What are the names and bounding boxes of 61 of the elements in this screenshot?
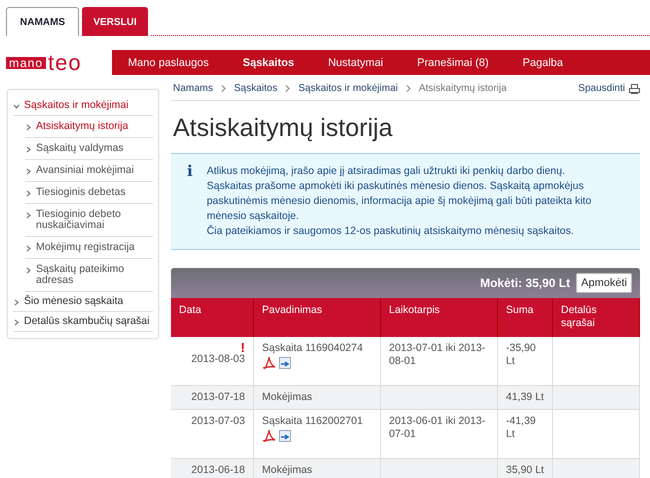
breadcrumb-link[interactable]: Sąskaitos ir mokėjimai (298, 83, 398, 94)
pay-button[interactable]: Apmokėti (576, 273, 632, 293)
logo[interactable]: mano teo (0, 52, 106, 72)
date-cell: 2013-07-18 (171, 386, 254, 410)
name-cell-text: Mokėjimas (262, 391, 314, 404)
sidebar-subitem[interactable]: Atsiskaitymų istorija (25, 116, 153, 138)
info-text: Čia pateikiamos ir saugomos 12-os paskutinių atsiskaitymo mėnesių sąskaitos. (206, 224, 575, 239)
breadcrumb-link[interactable]: Sąskaitos (234, 83, 278, 94)
amount-cell: 35,90 Lt (498, 458, 552, 478)
chevron-icon (25, 190, 32, 197)
sidebar-subitem[interactable]: Sąskaitų pateikimo adresas (25, 259, 153, 292)
nav-link[interactable]: Pranešimai (8) (417, 56, 489, 68)
chevron-icon (25, 212, 32, 219)
chevron-icon (13, 103, 20, 110)
alert-mark: ! (240, 342, 245, 353)
name-cell-text: Sąskaita 1169040274 (262, 342, 364, 355)
chevron-icon (25, 245, 32, 252)
sidebar-subitem[interactable]: Tiesioginis debetas (25, 182, 153, 204)
column-header: Data (171, 298, 254, 337)
sidebar-item[interactable]: Detalūs skambučių sąrašai (13, 312, 153, 332)
column-header: Detalūs sąrašai (552, 298, 640, 337)
breadcrumb-link[interactable]: Atsiskaitymų istorija (418, 83, 507, 94)
top-tab[interactable]: VERSLUI (82, 7, 148, 36)
sidebar-item[interactable]: Sąskaitos ir mokėjimai (13, 96, 153, 116)
column-header: Pavadinimas (254, 298, 380, 337)
file-icon[interactable] (278, 356, 292, 370)
sidebar-subitem[interactable]: Tiesioginio debeto nuskaičiavimai (25, 204, 153, 237)
chevron-icon (13, 319, 20, 326)
chevron-icon (25, 146, 32, 153)
top-tab[interactable]: NAMAMS (6, 7, 79, 36)
file-icon[interactable] (278, 429, 292, 443)
sidebar-subitem[interactable]: Mokėjimų registracija (25, 237, 153, 259)
info-text: Atlikus mokėjimą, įrašo apie jį atsiradimas gali užtrukti iki penkių darbo dienų. Sąskaitas prašome apmokėti iki paskutinės mėnesio dienos. Sąskaitą apmokėjus paskutinėmis mėnesio dienomis, informacija apie šį mokėjimą gali būti pateikta kito mėnesio sąskaitoje. (206, 164, 592, 224)
chevron-icon (406, 85, 411, 92)
name-cell-text: Mokėjimas (262, 464, 314, 477)
chevron-icon (285, 85, 290, 92)
name-cell-text: Sąskaita 1162002701 (262, 415, 364, 428)
page-title: Atsiskaitymų istorija (173, 113, 394, 143)
chevron-icon (25, 124, 32, 131)
amount-cell: 41,39 Lt (498, 386, 552, 410)
sidebar-subitem[interactable]: Sąskaitų valdymas (25, 138, 153, 160)
nav-link[interactable]: Pagalba (522, 56, 564, 68)
chevron-icon (13, 299, 20, 306)
pdf-icon[interactable] (262, 429, 276, 443)
date-cell: 2013-06-18 (171, 458, 254, 478)
chevron-icon (25, 168, 32, 175)
pdf-icon[interactable] (262, 356, 276, 370)
amount-due: Mokėti: 35,90 Lt (480, 276, 570, 290)
printer-icon[interactable] (629, 84, 640, 94)
chevron-icon (221, 85, 226, 92)
chevron-icon (25, 267, 32, 274)
nav-link[interactable]: Nustatymai (328, 56, 384, 68)
sidebar-subitem[interactable]: Avansiniai mokėjimai (25, 160, 153, 182)
print-link[interactable]: Spausdinti (578, 83, 625, 94)
column-header: Laikotarpis (380, 298, 498, 337)
column-header: Suma (498, 298, 552, 337)
sidebar-item[interactable]: Šio mėnesio sąskaita (13, 292, 153, 312)
info-icon: i (187, 164, 193, 239)
nav-link[interactable]: Mano paslaugos (128, 56, 209, 68)
nav-link[interactable]: Sąskaitos (242, 56, 294, 68)
breadcrumb-link[interactable]: Namams (173, 83, 214, 94)
